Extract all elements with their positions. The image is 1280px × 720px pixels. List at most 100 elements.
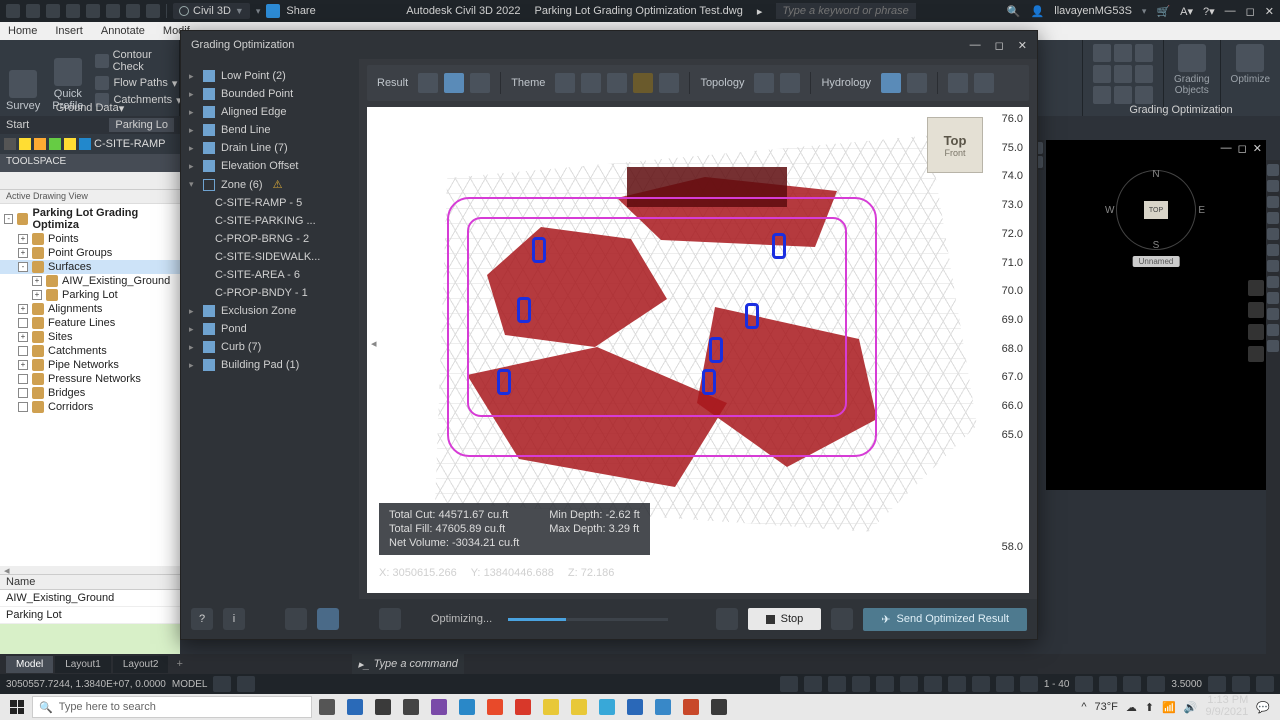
panel-collapse-icon[interactable]: ◂ (371, 337, 377, 350)
help-icon[interactable]: ?▾ (1203, 5, 1215, 18)
start-tab[interactable]: Start (6, 119, 29, 131)
model-tab[interactable]: Model (6, 656, 53, 673)
sb-tool-icon[interactable] (1099, 676, 1117, 692)
command-line[interactable]: ▸_ Type a command (352, 654, 464, 674)
objects-tree[interactable]: ▸Low Point (2)▸Bounded Point▸Aligned Edg… (181, 59, 359, 599)
qat-save-icon[interactable] (66, 4, 80, 18)
sb-tool-icon[interactable] (1147, 676, 1165, 692)
strip-tool-icon[interactable] (1267, 180, 1279, 192)
send-result-button[interactable]: ✈Send Optimized Result (863, 608, 1027, 631)
topology-grid-icon[interactable] (754, 73, 774, 93)
volume-icon[interactable]: 🔊 (1184, 701, 1198, 714)
share-button[interactable]: Share (286, 5, 315, 17)
object-tree-item[interactable]: C-SITE-SIDEWALK... (181, 248, 359, 266)
taskbar-app-icon[interactable] (566, 696, 592, 718)
strip-tool-icon[interactable] (1267, 340, 1279, 352)
ribbon-tool-icon[interactable] (1093, 44, 1111, 62)
list-item[interactable]: AIW_Existing_Ground (0, 590, 180, 607)
qat-plot-icon[interactable] (106, 4, 120, 18)
list-item[interactable]: Parking Lot (0, 607, 180, 624)
app-switcher-icon[interactable]: A▾ (1180, 5, 1193, 18)
object-tree-item[interactable]: ▸Pond (181, 320, 359, 338)
start-button[interactable] (4, 696, 30, 718)
sb-tool-icon[interactable] (1123, 676, 1141, 692)
dialog-titlebar[interactable]: Grading Optimization — ◻ ✕ (181, 31, 1037, 59)
flow-paths-button[interactable]: Flow Paths▾ (95, 76, 181, 90)
annotation-scale[interactable]: 1 - 40 (1044, 679, 1070, 690)
layer-lock-icon[interactable] (49, 138, 61, 150)
toolspace-toolbar[interactable] (0, 172, 180, 190)
tree-item[interactable]: +Pipe Networks (0, 358, 180, 372)
strip-tool-icon[interactable] (1267, 164, 1279, 176)
tree-item[interactable]: +Parking Lot (0, 288, 180, 302)
vp-minimize-icon[interactable]: — (1221, 142, 1232, 155)
help-icon[interactable]: ? (191, 608, 213, 630)
tab-home[interactable]: Home (8, 25, 37, 37)
tree-item[interactable]: +Points (0, 232, 180, 246)
result-triangulation-icon[interactable] (444, 73, 464, 93)
ribbon-tool-icon[interactable] (1135, 65, 1153, 83)
theme-slope-icon[interactable] (633, 73, 653, 93)
window-minimize-icon[interactable]: — (1225, 5, 1236, 17)
dialog-minimize-icon[interactable]: — (970, 39, 981, 52)
optimization-viewport[interactable]: Top Front 76.075.074.073.072.071.070.069… (367, 107, 1029, 593)
settings-icon[interactable] (948, 73, 968, 93)
contour-check-button[interactable]: Contour Check (95, 49, 181, 73)
settings-gear-icon[interactable] (285, 608, 307, 630)
taskbar-app-icon[interactable] (706, 696, 732, 718)
taskbar-app-icon[interactable] (370, 696, 396, 718)
topology-mesh-icon[interactable] (780, 73, 800, 93)
hydrology-flow-icon[interactable] (881, 73, 901, 93)
undo-icon[interactable] (831, 608, 853, 630)
ribbon-tool-icon[interactable] (1114, 86, 1132, 104)
strip-tool-icon[interactable] (1267, 324, 1279, 336)
theme-elevation-icon[interactable] (607, 73, 627, 93)
ribbon-tool-icon[interactable] (1135, 44, 1153, 62)
object-tree-item[interactable]: ▸Aligned Edge (181, 103, 359, 121)
ribbon-tool-icon[interactable] (1114, 65, 1132, 83)
viewcube[interactable]: Top Front (927, 117, 983, 173)
close-viewport-icon[interactable] (974, 73, 994, 93)
taskbar-app-icon[interactable] (538, 696, 564, 718)
sb-tool-icon[interactable] (1075, 676, 1093, 692)
layer-color-swatch[interactable] (79, 138, 91, 150)
add-layout-icon[interactable]: + (170, 655, 188, 673)
tree-item[interactable]: Pressure Networks (0, 372, 180, 386)
object-tree-item[interactable]: C-PROP-BNDY - 1 (181, 284, 359, 302)
qat-redo-icon[interactable] (146, 4, 160, 18)
nav-pan-icon[interactable] (1248, 302, 1264, 318)
grid-icon[interactable] (213, 676, 231, 692)
infocenter-chevron-icon[interactable]: ▸ (757, 5, 763, 18)
cart-icon[interactable]: 🛒 (1156, 5, 1170, 18)
tree-item[interactable]: -Surfaces (0, 260, 180, 274)
qat-dropdown-icon[interactable]: ▾ (256, 6, 261, 17)
nav-wheel-icon[interactable] (1248, 280, 1264, 296)
sb-tool-icon[interactable] (780, 676, 798, 692)
taskbar-app-icon[interactable] (342, 696, 368, 718)
workspace-switcher[interactable]: Civil 3D ▼ (173, 3, 250, 19)
user-icon[interactable]: 👤 (1031, 5, 1045, 18)
object-tree-item[interactable]: ▾Zone (6)⚠ (181, 175, 359, 194)
wifi-icon[interactable]: 📶 (1162, 701, 1176, 714)
taskbar-app-icon[interactable] (650, 696, 676, 718)
object-tree-item[interactable]: ▸Drain Line (7) (181, 139, 359, 157)
taskbar-app-icon[interactable] (426, 696, 452, 718)
keyword-search-input[interactable] (776, 3, 916, 19)
ribbon-tool-icon[interactable] (1135, 86, 1153, 104)
chart-icon[interactable] (379, 608, 401, 630)
secondary-viewport[interactable]: —◻✕ N E S W TOP Unnamed (1046, 140, 1266, 490)
system-tray[interactable]: ^ 73°F ☁ ⬆ 📶 🔊 1:13 PM 9/9/2021 💬 (1081, 695, 1276, 718)
info-icon[interactable]: i (223, 608, 245, 630)
window-close-icon[interactable]: ✕ (1265, 5, 1274, 18)
list-icon[interactable] (716, 608, 738, 630)
taskbar-app-icon[interactable] (482, 696, 508, 718)
hydrology-off-icon[interactable] (907, 73, 927, 93)
result-surface-icon[interactable] (418, 73, 438, 93)
tree-item[interactable]: +Alignments (0, 302, 180, 316)
tree-item[interactable]: +Sites (0, 330, 180, 344)
theme-none-icon[interactable] (659, 73, 679, 93)
sb-tool-icon[interactable] (1232, 676, 1250, 692)
viewcube-top[interactable]: TOP (1144, 201, 1168, 219)
tab-insert[interactable]: Insert (55, 25, 83, 37)
sb-tool-icon[interactable] (852, 676, 870, 692)
